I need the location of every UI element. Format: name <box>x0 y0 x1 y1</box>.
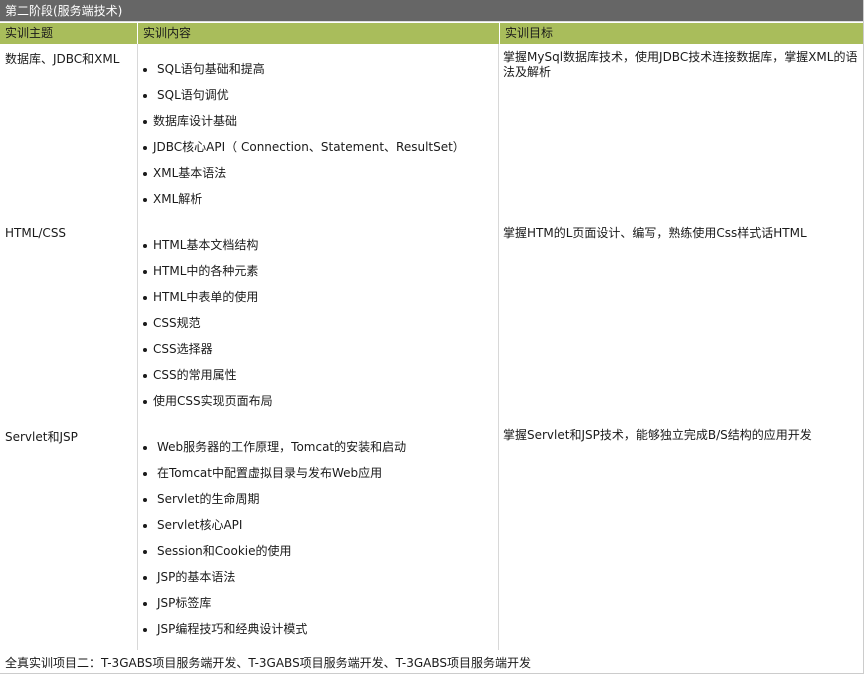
row-content-list: Web服务器的工作原理，Tomcat的安装和启动 在Tomcat中配置虚拟目录与… <box>141 434 406 642</box>
row-goal: 掌握HTM的L页面设计、编写，熟练使用Css样式话HTML <box>503 226 807 240</box>
list-item: Session和Cookie的使用 <box>141 538 406 564</box>
row-goal: 掌握Servlet和JSP技术，能够独立完成B/S结构的应用开发 <box>503 428 812 442</box>
list-item: 数据库设计基础 <box>141 108 465 134</box>
header-goal: 实训目标 <box>499 23 864 44</box>
list-item: CSS的常用属性 <box>141 362 273 388</box>
list-item: JDBC核心API（ Connection、Statement、ResultSe… <box>141 134 465 160</box>
row-topic: 数据库、JDBC和XML <box>5 52 120 66</box>
header-topic: 实训主题 <box>5 26 54 40</box>
row-goal: 掌握MySql数据库技术，使用JDBC技术连接数据库，掌握XML的语法及解析 <box>503 50 858 79</box>
column-divider <box>137 44 138 650</box>
list-item: Servlet的生命周期 <box>141 486 406 512</box>
section-title: 第二阶段(服务端技术) <box>0 0 864 22</box>
list-item: HTML基本文档结构 <box>141 232 273 258</box>
list-item: JSP的基本语法 <box>141 564 406 590</box>
list-item: HTML中的各种元素 <box>141 258 273 284</box>
list-item: SQL语句基础和提高 <box>141 56 465 82</box>
list-item: 使用CSS实现页面布局 <box>141 388 273 414</box>
project-footer: 全真实训项目二：T-3GABS项目服务端开发、T-3GABS项目服务端开发、T-… <box>5 656 532 670</box>
list-item: Servlet核心API <box>141 512 406 538</box>
list-item: HTML中表单的使用 <box>141 284 273 310</box>
row-content-list: SQL语句基础和提高 SQL语句调优 数据库设计基础 JDBC核心API（ Co… <box>141 56 465 212</box>
curriculum-table: 第二阶段(服务端技术) 实训主题 实训内容 实训目标 数据库、JDBC和XML … <box>0 0 865 674</box>
row-content-list: HTML基本文档结构 HTML中的各种元素 HTML中表单的使用 CSS规范 C… <box>141 232 273 414</box>
row-topic: Servlet和JSP <box>5 430 78 444</box>
list-item: JSP编程技巧和经典设计模式 <box>141 616 406 642</box>
list-item: CSS规范 <box>141 310 273 336</box>
list-item: XML基本语法 <box>141 160 465 186</box>
list-item: JSP标签库 <box>141 590 406 616</box>
list-item: SQL语句调优 <box>141 82 465 108</box>
list-item: XML解析 <box>141 186 465 212</box>
row-topic: HTML/CSS <box>5 226 67 240</box>
table-border-right <box>863 0 864 674</box>
column-divider <box>498 44 499 650</box>
list-item: 在Tomcat中配置虚拟目录与发布Web应用 <box>141 460 406 486</box>
header-content: 实训内容 <box>137 23 499 44</box>
table-header-row: 实训主题 实训内容 实训目标 <box>0 23 864 44</box>
list-item: Web服务器的工作原理，Tomcat的安装和启动 <box>141 434 406 460</box>
list-item: CSS选择器 <box>141 336 273 362</box>
